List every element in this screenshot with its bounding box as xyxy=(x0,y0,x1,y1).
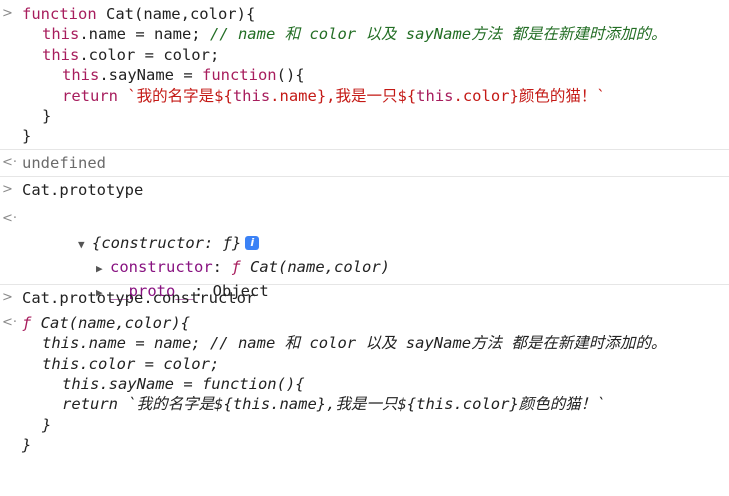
result-arrow-icon: <· xyxy=(2,210,18,226)
code-line: } xyxy=(42,106,52,125)
code-line: } xyxy=(22,127,32,146)
code-line: this.color = color; xyxy=(42,354,220,373)
code-line: ƒ Cat(name,color){ xyxy=(22,313,190,332)
code-comment: // name 和 color 以及 sayName方法 都是在新建时添加的。 xyxy=(209,25,667,44)
console-result-entry-2[interactable]: <· ▼ {constructor: ƒ} i ▶ constructor: ƒ Ca… xyxy=(0,204,729,300)
console-input-entry-3[interactable]: > Cat.prototype.constructor xyxy=(0,285,729,311)
console-input-entry-2[interactable]: > Cat.prototype xyxy=(0,177,729,203)
result-value: undefined xyxy=(22,153,106,172)
code-line: this.color = color; xyxy=(42,45,220,64)
code-line: return `我的名字是${this.name},我是一只${this.col… xyxy=(62,86,606,105)
code-line: this.sayName = function(){ xyxy=(62,66,305,85)
prompt-chevron-icon: > xyxy=(2,6,13,21)
code-line: return `我的名字是${this.name},我是一只${this.col… xyxy=(62,395,606,414)
code-line: this.sayName = function(){ xyxy=(62,375,305,394)
console-input-entry-1[interactable]: > function Cat(name,color){ this.name = … xyxy=(0,0,729,150)
prompt-chevron-icon: > xyxy=(2,289,13,305)
result-arrow-icon: <· xyxy=(2,154,18,170)
console-result-entry-1: <· undefined xyxy=(0,150,729,178)
code-line: } xyxy=(42,415,52,434)
code-line: this.name = name; // name 和 color 以及 say… xyxy=(42,25,667,44)
console-result-entry-3[interactable]: <· ƒ Cat(name,color){ this.name = name; … xyxy=(0,311,729,458)
code-line: function Cat(name,color){ xyxy=(22,5,256,23)
input-code: Cat.prototype xyxy=(22,181,144,200)
prompt-chevron-icon: > xyxy=(2,182,13,198)
code-line: this.name = name; // name 和 color 以及 say… xyxy=(42,334,667,353)
input-code: Cat.prototype.constructor xyxy=(22,288,256,307)
code-line: } xyxy=(22,436,32,455)
result-arrow-icon: <· xyxy=(2,314,18,330)
